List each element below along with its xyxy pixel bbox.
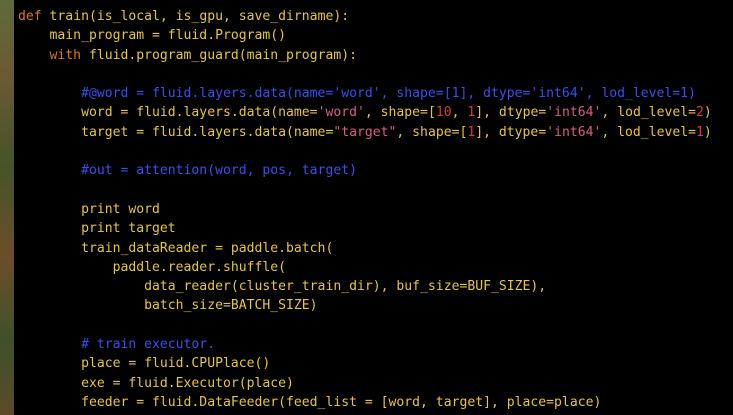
code-line[interactable]: target = fluid.layers.data(name="target"… [18,123,712,142]
code-line[interactable] [18,181,712,200]
code-token: , lod_level= [601,105,697,121]
code-token: , shape=[ [364,105,436,121]
code-line[interactable]: main_program = fluid.Program() [18,26,712,45]
code-token: , lod_level= [601,124,696,140]
code-line[interactable]: def train(is_local, is_gpu, save_dirname… [18,7,712,26]
code-token: 2 [696,105,704,121]
code-editor[interactable]: def train(is_local, is_gpu, save_dirname… [14,0,733,415]
code-token: 1 [696,124,704,140]
code-token: with [18,47,82,63]
code-line[interactable]: print word [18,200,712,219]
code-token: 10 [435,105,452,121]
code-line[interactable]: # train executor. [18,335,712,354]
code-line[interactable]: #out = attention(word, pos, target) [18,161,712,180]
background-strip [0,0,14,415]
code-token: ) [703,124,712,140]
code-token: ], dtype= [475,124,547,140]
code-line[interactable]: word = fluid.layers.data(name='word', sh… [18,103,712,122]
code-token: exe = fluid.Executor(place) [18,375,294,391]
code-line[interactable] [18,316,712,335]
code-token: place = fluid.CPUPlace() [18,356,271,372]
code-token: target = fluid.layers.data(name= [18,124,334,140]
code-token: word = fluid.layers.data(name= [18,105,318,121]
code-token: train_dataReader = paddle.batch( [18,240,334,256]
code-line[interactable]: paddle.reader.shuffle( [18,258,712,277]
code-token: print target [18,221,176,237]
code-token: fluid.program_guard(main_program): [81,47,357,63]
code-line[interactable]: place = fluid.CPUPlace() [18,354,712,373]
code-line[interactable]: data_reader(cluster_train_dir), buf_size… [18,277,712,296]
code-line[interactable]: #@word = fluid.layers.data(name='word', … [18,84,712,103]
code-token: 'int64' [546,124,602,140]
code-token: data_reader(cluster_train_dir), buf_size… [18,279,547,295]
code-token: 'int64' [546,105,602,121]
code-token: main_program = fluid.Program() [18,28,287,44]
code-token: , shape=[ [396,124,468,140]
code-line[interactable]: train_dataReader = paddle.batch( [18,239,712,258]
code-line[interactable] [18,142,712,161]
code-token: print word [18,201,160,217]
code-token: ) [703,105,712,121]
code-block[interactable]: def train(is_local, is_gpu, save_dirname… [18,7,712,412]
code-line[interactable]: feeder = fluid.DataFeeder(feed_list = [w… [18,393,712,412]
code-token: paddle.reader.shuffle( [18,259,287,275]
code-token: #out = attention(word, pos, target) [18,163,357,179]
code-token: #@word = fluid.layers.data(name='word', … [18,86,696,102]
code-token: train(is_local, is_gpu, save_dirname): [41,9,350,24]
code-token: batch_size=BATCH_SIZE) [18,298,318,314]
code-line[interactable]: print target [18,219,712,238]
code-token: ], dtype= [475,105,547,121]
code-token: def [18,9,42,24]
code-token: "target" [333,124,397,140]
code-line[interactable]: batch_size=BATCH_SIZE) [18,296,712,315]
code-line[interactable] [18,65,712,84]
code-token: feeder = fluid.DataFeeder(feed_list = [w… [18,394,602,410]
code-line[interactable]: with fluid.program_guard(main_program): [18,46,712,65]
code-token: , [451,105,468,121]
code-token: 'word' [317,105,365,121]
code-token: # train executor. [18,337,216,353]
code-line[interactable]: exe = fluid.Executor(place) [18,374,712,393]
